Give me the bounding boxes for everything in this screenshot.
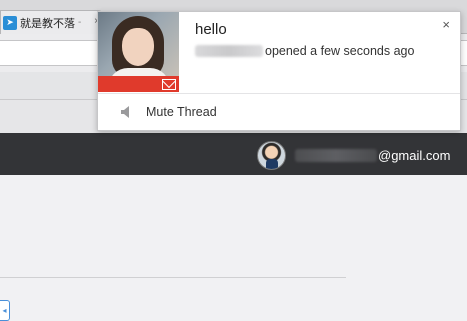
sender-photo (98, 12, 179, 92)
notification-subtitle: opened a few seconds ago (195, 44, 414, 58)
envelope-icon (162, 79, 176, 90)
tab-separator: - (78, 17, 82, 28)
notification-popup[interactable]: hello opened a few seconds ago × Mute Th… (97, 11, 461, 131)
redacted-email-user (295, 148, 377, 162)
speaker-mute-icon (121, 106, 129, 118)
corner-toggle-icon[interactable]: ◂ (0, 300, 10, 321)
address-bar[interactable] (0, 40, 110, 66)
app-header: @gmail.com (0, 133, 467, 175)
close-icon[interactable]: × (442, 17, 450, 32)
browser-tab[interactable]: ➤ 就是教不落 - × (0, 10, 104, 34)
redacted-recipient (195, 45, 263, 57)
avatar[interactable] (257, 141, 286, 170)
content-divider (0, 277, 346, 278)
notification-status-text: opened a few seconds ago (265, 44, 415, 58)
tab-title: 就是教不落 (20, 16, 75, 30)
telegram-plane-icon: ➤ (3, 15, 17, 30)
email-domain: @gmail.com (378, 147, 451, 163)
account-email[interactable]: @gmail.com (295, 147, 450, 163)
mute-thread-label: Mute Thread (146, 105, 217, 119)
mute-thread-button[interactable]: Mute Thread (98, 94, 460, 130)
notification-title: hello (195, 21, 227, 38)
